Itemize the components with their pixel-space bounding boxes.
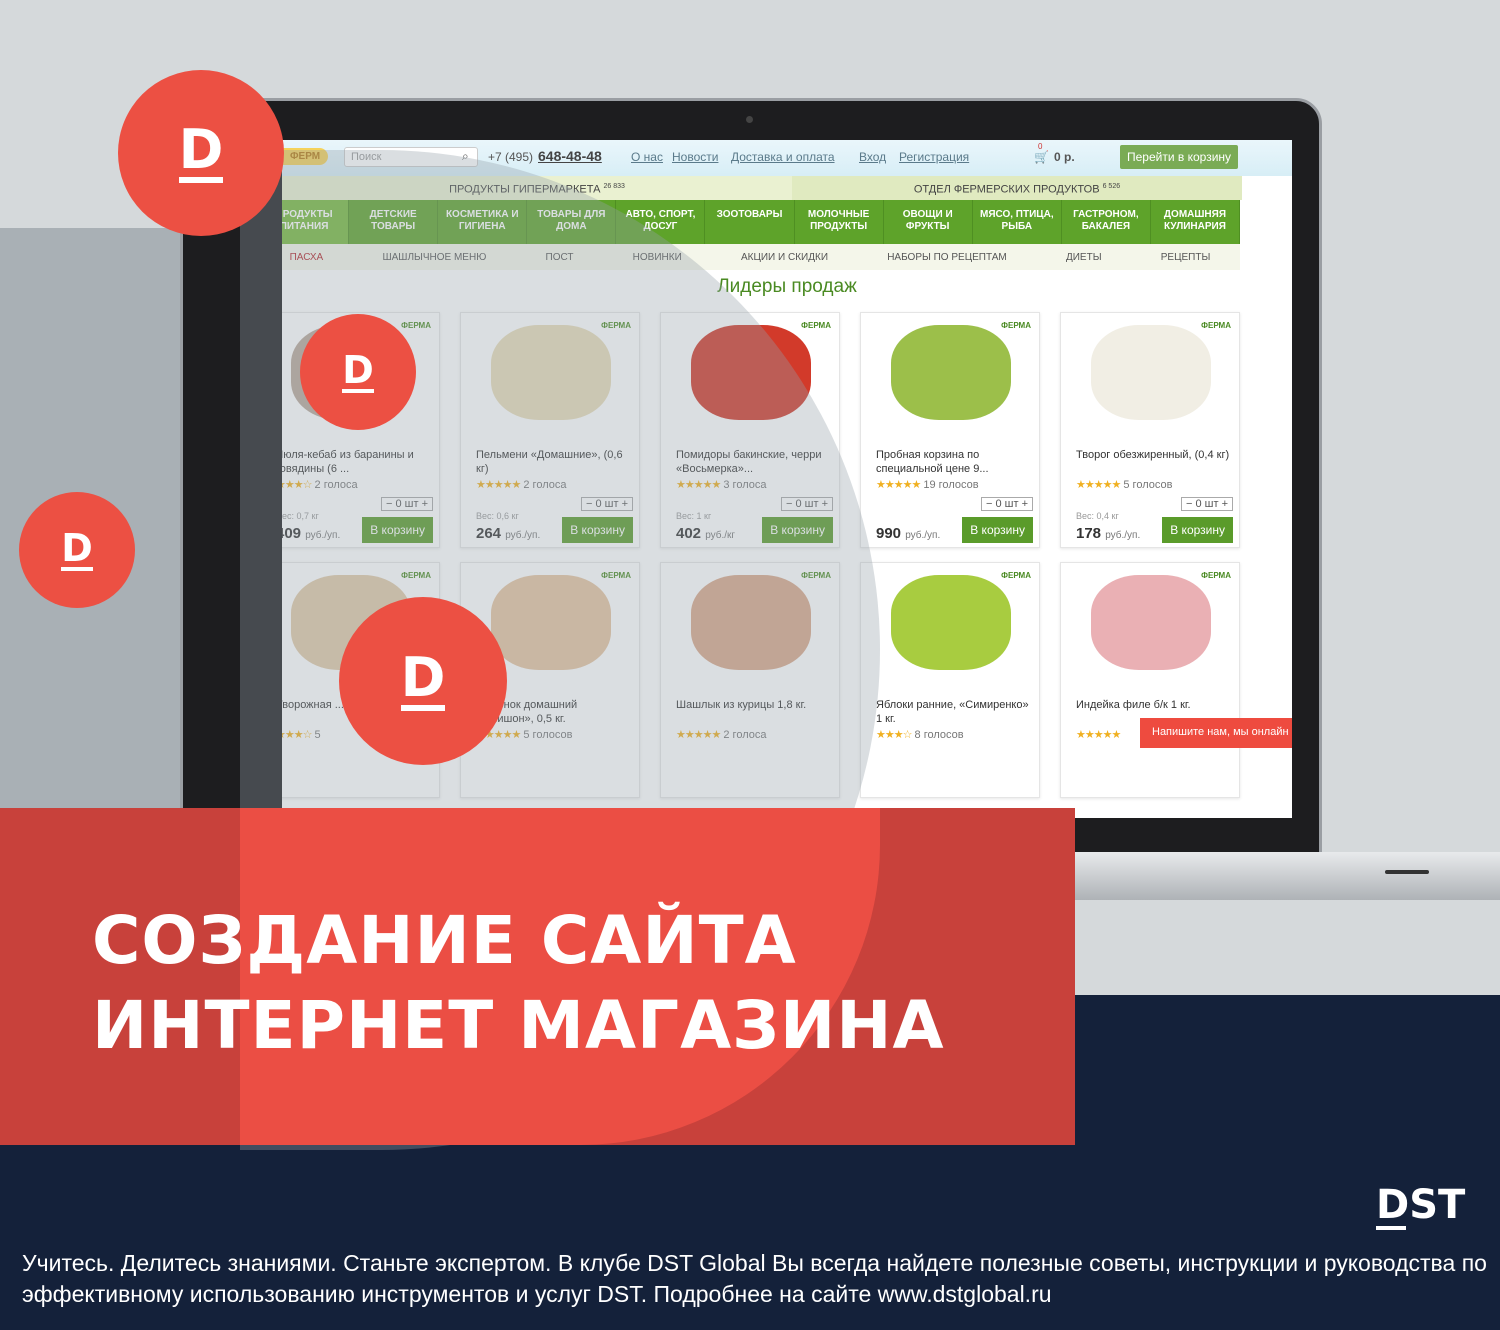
price-unit: руб./уп. (905, 530, 941, 541)
subnav-item[interactable]: АКЦИИ И СКИДКИ (741, 252, 828, 270)
subnav-item[interactable]: НАБОРЫ ПО РЕЦЕПТАМ (887, 252, 1007, 270)
link-about[interactable]: О нас (631, 150, 663, 164)
register-link[interactable]: Регистрация (899, 150, 969, 164)
add-to-cart-button[interactable]: В корзину (1162, 517, 1233, 543)
product-image[interactable] (891, 325, 1011, 420)
product-card[interactable]: ФЕРМА Яблоки ранние, «Симиренко» 1 кг. ★… (860, 562, 1040, 798)
category-item[interactable]: МЯСО, ПТИЦА, РЫБА (973, 200, 1062, 244)
price-value: 990 (876, 525, 902, 542)
product-name[interactable]: Индейка филе б/к 1 кг. (1076, 698, 1231, 712)
headline-line-2: ИНТЕРНЕТ МАГАЗИНА (92, 987, 945, 1064)
phone-number[interactable]: 648-48-48 (538, 148, 602, 164)
quantity-value[interactable]: 0 шт (995, 498, 1018, 510)
phone-prefix: +7 (495) (488, 150, 534, 164)
quantity-stepper[interactable]: − 0 шт + (980, 497, 1033, 511)
price-value: 178 (1076, 525, 1102, 542)
vote-count: 19 голосов (923, 479, 979, 491)
price-unit: руб./уп. (1105, 530, 1141, 541)
section-farm[interactable]: ОТДЕЛ ФЕРМЕРСКИХ ПРОДУКТОВ 6 526 (792, 176, 1242, 200)
product-rating: ★★★★★ 5 голосов (1076, 478, 1172, 491)
laptop-camera (746, 116, 753, 123)
go-to-cart-button[interactable]: Перейти в корзину (1120, 145, 1239, 169)
section-count: 6 526 (1102, 183, 1121, 190)
d-logo-icon: D (118, 70, 284, 236)
product-weight: Вес: 0,4 кг (1076, 511, 1119, 521)
category-item[interactable]: ГАСТРОНОМ, БАКАЛЕЯ (1062, 200, 1151, 244)
quantity-stepper[interactable]: − 0 шт + (1180, 497, 1233, 511)
rating-stars-icon: ★★★★★ (876, 479, 921, 491)
product-image[interactable] (891, 575, 1011, 670)
product-price: 990 руб./уп. (876, 525, 940, 542)
product-name[interactable]: Яблоки ранние, «Симиренко» 1 кг. (876, 698, 1031, 726)
quantity-value[interactable]: 0 шт (1195, 498, 1218, 510)
category-item[interactable]: ОВОЩИ И ФРУКТЫ (884, 200, 973, 244)
farm-badge-icon: ФЕРМА (801, 321, 831, 330)
category-item[interactable]: ДОМАШНЯЯ КУЛИНАРИЯ (1151, 200, 1241, 244)
subnav-item[interactable]: РЕЦЕПТЫ (1161, 252, 1211, 270)
laptop-base (1075, 852, 1500, 900)
link-delivery[interactable]: Доставка и оплата (731, 150, 835, 164)
cart-count: 0 (1038, 142, 1043, 151)
category-item[interactable]: МОЛОЧНЫЕ ПРОДУКТЫ (795, 200, 884, 244)
subnav-item[interactable]: ДИЕТЫ (1066, 252, 1102, 270)
rating-stars-icon: ★★★★★ (1076, 729, 1121, 741)
chat-widget[interactable]: Напишите нам, мы онлайн (1140, 718, 1292, 748)
product-name[interactable]: Пробная корзина по специальной цене 9... (876, 448, 1031, 476)
link-news[interactable]: Новости (672, 150, 718, 164)
vote-count: 8 голосов (914, 729, 964, 741)
product-rating: ★★★★★ 19 голосов (876, 478, 979, 491)
add-to-cart-button[interactable]: В корзину (962, 517, 1033, 543)
product-image[interactable] (1091, 575, 1211, 670)
product-image[interactable] (1091, 325, 1211, 420)
login-link[interactable]: Вход (859, 150, 886, 164)
rating-stars-icon: ★★★☆ (876, 729, 912, 741)
product-price: 178 руб./уп. (1076, 525, 1140, 542)
d-logo-icon: D (300, 314, 416, 430)
d-logo-icon: D (339, 597, 507, 765)
product-card[interactable]: ФЕРМА Пробная корзина по специальной цен… (860, 312, 1040, 548)
vote-count: 5 голосов (1123, 479, 1173, 491)
laptop-notch (1385, 870, 1429, 874)
section-count: 26 833 (603, 183, 625, 190)
d-logo-icon: D (19, 492, 135, 608)
product-card[interactable]: ФЕРМА Индейка филе б/к 1 кг. ★★★★★ (1060, 562, 1240, 798)
farm-badge-icon: ФЕРМА (1001, 321, 1031, 330)
product-rating: ★★★☆ 8 голосов (876, 728, 964, 741)
cart-icon[interactable]: 🛒 (1034, 150, 1049, 164)
rating-stars-icon: ★★★★★ (1076, 479, 1121, 491)
dst-logo: DST (1376, 1182, 1466, 1230)
farm-badge-icon: ФЕРМА (1201, 571, 1231, 580)
farm-badge-icon: ФЕРМА (1001, 571, 1031, 580)
category-item[interactable]: ЗООТОВАРЫ (705, 200, 795, 244)
promo-headline: СОЗДАНИЕ САЙТА ИНТЕРНЕТ МАГАЗИНА (92, 898, 945, 1068)
farm-badge-icon: ФЕРМА (1201, 321, 1231, 330)
section-label: ОТДЕЛ ФЕРМЕРСКИХ ПРОДУКТОВ (913, 183, 1100, 196)
cart-total: 0 р. (1054, 150, 1075, 164)
product-card[interactable]: ФЕРМА Творог обезжиренный, (0,4 кг) ★★★★… (1060, 312, 1240, 548)
headline-line-1: СОЗДАНИЕ САЙТА (92, 902, 797, 979)
product-name[interactable]: Творог обезжиренный, (0,4 кг) (1076, 448, 1231, 462)
product-rating: ★★★★★ (1076, 728, 1121, 741)
footer-text: Учитесь. Делитесь знаниями. Станьте эксп… (22, 1250, 1487, 1307)
